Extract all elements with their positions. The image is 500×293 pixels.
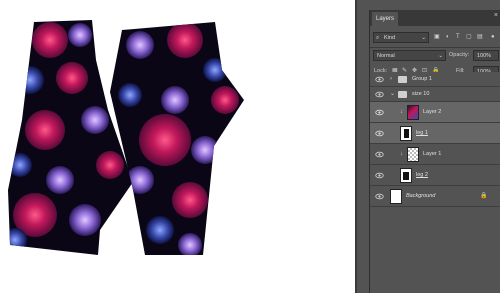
layer-row-layer-2[interactable]: ↓ Layer 2 xyxy=(370,102,500,123)
layer-name: leg 1 xyxy=(416,130,428,136)
visibility-eye-icon[interactable] xyxy=(375,150,384,159)
panel-close-icon[interactable]: × xyxy=(494,11,498,21)
filter-kind-label: Kind xyxy=(384,35,396,41)
search-icon: ⌕ xyxy=(376,35,380,41)
layer-name: leg 2 xyxy=(416,172,428,178)
chevron-down-icon: ⌄ xyxy=(421,35,426,41)
layer-thumbnail xyxy=(407,147,419,162)
filter-smart-object-icon[interactable]: ▤ xyxy=(477,32,483,43)
layers-panel: Layers × ⌕ Kind ⌄ ▣ ◑ T ▢ ▤ ● Normal ⌄ O… xyxy=(369,10,500,293)
visibility-eye-icon[interactable] xyxy=(375,171,384,180)
chevron-right-icon[interactable]: › xyxy=(390,72,392,87)
floral-print-pattern xyxy=(8,20,244,255)
layer-thumbnail xyxy=(390,189,402,204)
filter-toggle-icon[interactable]: ● xyxy=(491,32,495,43)
layer-row-background[interactable]: Background 🔒 xyxy=(370,186,500,207)
layer-row-group-1[interactable]: › Group 1 xyxy=(370,72,500,87)
leg-1-shape xyxy=(110,22,244,255)
filter-shape-icon[interactable]: ▢ xyxy=(466,32,472,43)
chevron-down-icon: ⌄ xyxy=(438,53,443,59)
document-canvas[interactable] xyxy=(0,0,355,293)
layer-thumbnail xyxy=(407,105,419,120)
layer-name: Layer 1 xyxy=(423,151,442,157)
filter-pixel-icon[interactable]: ▣ xyxy=(434,32,440,43)
layer-row-size-10[interactable]: ⌄ size 10 xyxy=(370,87,500,102)
layer-name: Group 1 xyxy=(412,76,432,82)
layer-name: Background xyxy=(406,193,436,199)
tab-layers[interactable]: Layers xyxy=(372,12,399,26)
clipping-mask-icon: ↓ xyxy=(400,109,403,115)
opacity-label: Opacity: xyxy=(449,52,470,58)
chevron-down-icon[interactable]: ⌄ xyxy=(390,87,395,102)
layer-thumbnail xyxy=(400,126,412,141)
layer-row-leg-2[interactable]: leg 2 xyxy=(370,165,500,186)
layer-row-leg-1[interactable]: leg 1 xyxy=(370,123,500,144)
filter-adjustment-icon[interactable]: ◑ xyxy=(445,32,449,43)
visibility-eye-icon[interactable] xyxy=(375,108,384,117)
visibility-eye-icon[interactable] xyxy=(375,129,384,138)
layer-row-layer-1[interactable]: ↓ Layer 1 xyxy=(370,144,500,165)
opacity-input[interactable]: 100% xyxy=(473,50,499,61)
clipping-mask-icon: ↓ xyxy=(400,151,403,157)
folder-icon xyxy=(398,76,407,83)
layer-name: Layer 2 xyxy=(423,109,442,115)
blend-mode-select[interactable]: Normal ⌄ xyxy=(373,50,446,61)
vertical-scrollbar[interactable] xyxy=(355,0,357,293)
lock-icon: 🔒 xyxy=(480,193,488,199)
panel-tab-bar: Layers × xyxy=(370,10,500,26)
visibility-eye-icon[interactable] xyxy=(375,192,384,201)
layer-name: size 10 xyxy=(412,91,430,97)
canvas-area[interactable] xyxy=(0,0,357,293)
leg-2-shape xyxy=(8,20,133,255)
visibility-eye-icon[interactable] xyxy=(375,75,384,84)
filter-type-icon[interactable]: T xyxy=(456,32,460,43)
filter-kind-select[interactable]: ⌕ Kind ⌄ xyxy=(373,32,429,43)
blend-mode-value: Normal xyxy=(377,53,395,59)
blend-row: Normal ⌄ Opacity: 100% xyxy=(370,50,500,61)
filter-row: ⌕ Kind ⌄ ▣ ◑ T ▢ ▤ ● xyxy=(370,32,500,43)
folder-icon xyxy=(398,91,407,98)
visibility-eye-icon[interactable] xyxy=(375,90,384,99)
layer-thumbnail xyxy=(400,168,412,183)
